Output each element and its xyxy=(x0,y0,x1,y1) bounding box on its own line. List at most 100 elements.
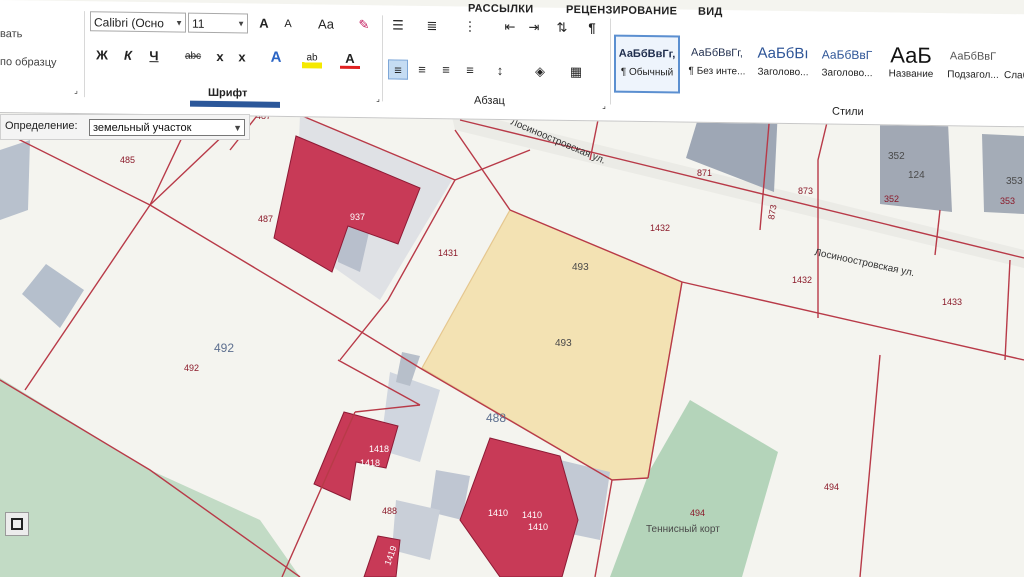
align-left-icon[interactable]: ≡ xyxy=(388,59,408,80)
style-no-spacing[interactable]: АаБбВвГг, ¶ Без инте... xyxy=(684,36,750,95)
parcel-label-488: 488 xyxy=(486,411,506,425)
style-heading-1[interactable]: АаБбВı Заголово... xyxy=(750,36,816,95)
style-normal[interactable]: АаБбВвГг, ¶ Обычный xyxy=(614,34,680,94)
style-sample: АаБбВвГг, xyxy=(618,47,676,61)
italic-button[interactable]: К xyxy=(118,46,138,66)
parcel-label-1418: 1418 xyxy=(369,444,389,454)
parcel-label-873: 873 xyxy=(798,186,813,196)
tab-view[interactable]: ВИД xyxy=(698,6,723,18)
style-name: ¶ Без инте... xyxy=(688,65,746,78)
change-case-button[interactable]: Aa xyxy=(312,14,340,34)
strikethrough-button[interactable]: abc xyxy=(180,47,206,67)
font-name-box[interactable]: Calibri (Осно ▼ xyxy=(90,11,186,33)
justify-icon[interactable]: ≡ xyxy=(460,60,480,80)
parcel-label-1418: 1418 xyxy=(360,458,380,468)
grow-font-button[interactable]: A xyxy=(254,14,274,34)
parcel-label-352: 352 xyxy=(884,194,899,204)
parcel-label-488: 488 xyxy=(382,506,397,516)
font-launcher-icon[interactable]: ⌟ xyxy=(368,89,388,109)
style-title[interactable]: АаБ Название xyxy=(878,38,944,97)
align-center-icon[interactable]: ≡ xyxy=(412,60,432,80)
style-name: Название xyxy=(888,68,934,81)
definition-value: земельный участок xyxy=(93,122,192,134)
subscript-button[interactable]: x xyxy=(210,47,230,67)
borders-icon[interactable]: ▦ xyxy=(566,62,586,82)
tab-mailings[interactable]: РАССЫЛКИ xyxy=(468,3,533,16)
superscript-button[interactable]: x xyxy=(232,47,252,67)
style-name: Подзагол... xyxy=(947,69,999,81)
decrease-indent-icon[interactable]: ⇤ xyxy=(500,17,520,37)
parcel-label-1432: 1432 xyxy=(792,275,812,285)
font-size-value: 11 xyxy=(192,16,205,31)
style-sample: АаБбВвГ xyxy=(821,47,873,63)
definition-select[interactable]: земельный участок ▼ xyxy=(89,119,245,136)
clear-format-icon[interactable]: ✎ xyxy=(354,15,374,35)
font-name-value: Calibri (Осно xyxy=(94,15,164,31)
tennis-court-label: Теннисный корт xyxy=(646,524,720,535)
align-right-icon[interactable]: ≡ xyxy=(436,60,456,80)
style-heading-2[interactable]: АаБбВвГ Заголово... xyxy=(814,37,880,96)
highlight-button[interactable]: ab xyxy=(302,48,322,69)
style-sample: АаБбВвГг, xyxy=(691,46,743,60)
separator xyxy=(84,11,85,98)
style-sample: АаБ xyxy=(890,42,932,69)
layers-button[interactable] xyxy=(5,512,29,536)
parcel-label-353: 353 xyxy=(1006,176,1023,187)
bold-button[interactable]: Ж xyxy=(92,45,112,65)
parcel-label-493: 493 xyxy=(555,338,572,349)
parcel-label-487: 487 xyxy=(258,214,273,224)
style-name: Заголово... xyxy=(821,67,873,80)
style-subtitle[interactable]: АаБбВвГ Подзагол... xyxy=(940,39,1006,98)
style-name: Заголово... xyxy=(757,66,809,79)
parcel-label-1410: 1410 xyxy=(528,522,548,532)
app-window: Лосиноостровская ул. Лосиноостровская ул… xyxy=(0,0,1024,577)
parcel-label-124: 124 xyxy=(908,170,925,181)
chevron-down-icon: ▼ xyxy=(237,19,245,29)
line-spacing-icon[interactable]: ↕ xyxy=(490,61,510,81)
parcel-label-1410: 1410 xyxy=(522,510,542,520)
definition-label: Определение: xyxy=(5,120,78,132)
text-effects-button[interactable]: A xyxy=(266,48,286,68)
style-subtle[interactable]: Слаб xyxy=(1004,40,1024,98)
building-grey xyxy=(0,140,30,220)
style-name: ¶ Обычный xyxy=(620,66,674,79)
font-group-label: Шрифт xyxy=(208,86,248,100)
paragraph-group-label: Абзац xyxy=(474,94,505,108)
styles-group-label: Стили xyxy=(832,105,864,119)
underline-button[interactable]: Ч xyxy=(144,46,164,66)
parcel-label-937: 937 xyxy=(350,212,365,222)
font-group-underline xyxy=(190,100,280,108)
parcel-label-485: 485 xyxy=(120,155,135,165)
separator xyxy=(382,15,383,102)
bullets-icon[interactable]: ☰ xyxy=(388,15,408,35)
font-color-button[interactable]: A xyxy=(340,48,360,70)
parcel-label-353: 353 xyxy=(1000,196,1015,206)
clipboard-launcher-icon[interactable]: ⌟ xyxy=(66,81,86,101)
style-sample: АаБбВı xyxy=(757,44,809,63)
parcel-label-1431: 1431 xyxy=(438,248,458,258)
format-painter-label[interactable]: по образцу xyxy=(0,56,57,69)
definition-row: Определение: земельный участок ▼ xyxy=(0,114,250,140)
sort-icon[interactable]: ⇅ xyxy=(552,18,572,38)
parcel-label-871: 871 xyxy=(697,168,712,178)
separator xyxy=(610,18,611,105)
show-marks-button[interactable]: ¶ xyxy=(582,18,602,38)
ribbon: РАССЫЛКИ РЕЦЕНЗИРОВАНИЕ ВИД вать по обра… xyxy=(0,0,1024,128)
shrink-font-button[interactable]: A xyxy=(278,14,298,34)
style-name: Слаб xyxy=(1004,70,1024,82)
clipboard-item[interactable]: вать xyxy=(0,28,22,40)
parcel-label-492: 492 xyxy=(214,341,234,355)
shading-icon[interactable]: ◈ xyxy=(530,61,550,81)
multilevel-list-icon[interactable]: ⋮ xyxy=(460,16,480,36)
parcel-label-1410: 1410 xyxy=(488,508,508,518)
paragraph-launcher-icon[interactable]: ⌟ xyxy=(594,96,614,116)
font-size-box[interactable]: 11 ▼ xyxy=(188,12,248,34)
numbering-icon[interactable]: ≣ xyxy=(422,16,442,36)
tab-review[interactable]: РЕЦЕНЗИРОВАНИЕ xyxy=(566,4,677,18)
parcel-label-1433: 1433 xyxy=(942,297,962,307)
increase-indent-icon[interactable]: ⇥ xyxy=(524,17,544,37)
parcel-label-494: 494 xyxy=(690,508,705,518)
parcel-label-1432: 1432 xyxy=(650,223,670,233)
square-icon xyxy=(11,518,23,530)
parcel-label-492: 492 xyxy=(184,363,199,373)
